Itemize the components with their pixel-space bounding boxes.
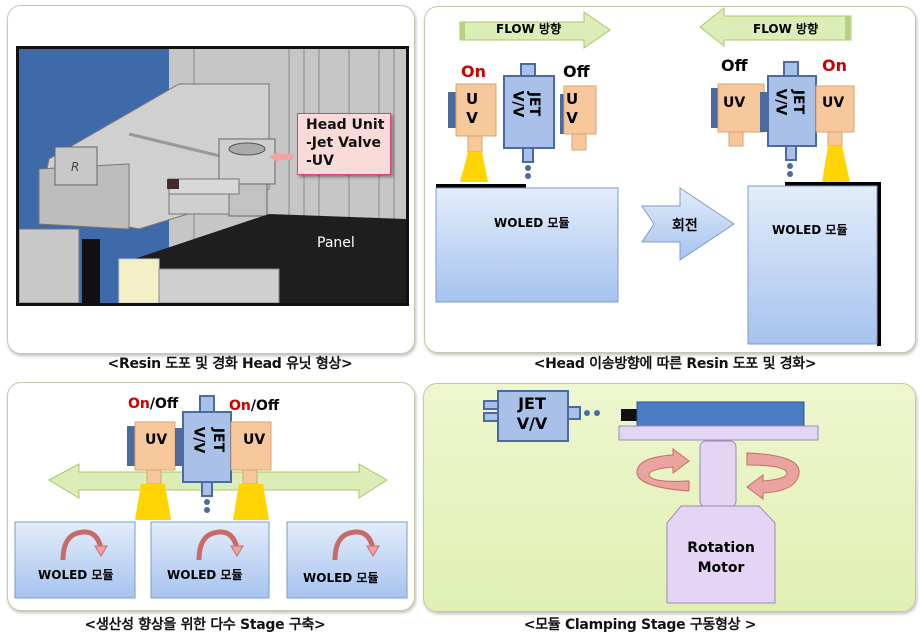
rotate-arrow-right <box>746 452 800 500</box>
logo-glyph: R <box>71 160 79 174</box>
uv-state-left-off: Off <box>563 62 590 81</box>
rotate-arrow-left <box>636 448 690 492</box>
callout-item-jet-valve: -Jet Valve <box>306 135 382 151</box>
uv-label-stage-2: UV <box>243 432 266 448</box>
pointer-arrow-shaft <box>277 154 293 160</box>
uv-label-stage-1: UV <box>145 432 168 448</box>
stage-module-label-1: WOLED 모듈 <box>38 568 114 582</box>
stage-plate <box>618 425 819 441</box>
uv-beam-2 <box>233 484 269 520</box>
head-unit-render: R Panel Head Unit -Jet Valve -UV <box>16 46 409 306</box>
module-right <box>747 185 878 345</box>
caption-head-unit: <Resin 도포 및 경화 Head 유닛 형상> <box>107 356 353 372</box>
uv-state-right-off: Off <box>721 56 748 75</box>
uv-state-left-on: On <box>461 62 486 81</box>
jet-label-stage: JET <box>210 427 227 453</box>
module-label-right: WOLED 모듈 <box>772 223 848 237</box>
stage-module-label-2: WOLED 모듈 <box>167 568 243 582</box>
callout-title: Head Unit <box>306 117 385 133</box>
uv-label-right-1: UV <box>723 95 746 111</box>
off-text-1: /Off <box>149 396 179 412</box>
jet-label-right: JET <box>790 89 807 115</box>
vv-label-left: V/V <box>509 90 526 118</box>
module-on-stage <box>636 401 805 429</box>
stage-module-label-3: WOLED 모듈 <box>303 571 379 585</box>
motor-label-line2: Motor <box>697 560 745 576</box>
caption-multi-stage: <생산성 향상을 위한 다수 Stage 구축> <box>84 617 326 633</box>
uv-beam-right <box>822 146 850 182</box>
jet-label-left: JET <box>526 91 543 117</box>
callout-item-uv: -UV <box>306 153 335 169</box>
head-unit-callout: Head Unit -Jet Valve -UV <box>297 113 391 175</box>
motor-label: Rotation Motor <box>667 538 775 578</box>
vv-label-right: V/V <box>772 88 789 116</box>
clamp-jet-text: JET <box>518 394 546 413</box>
motor-label-line1: Rotation <box>687 540 755 556</box>
caption-flow-direction: <Head 이송방향에 따른 Resin 도포 및 경화> <box>533 356 817 372</box>
stage-shaft <box>699 440 737 508</box>
caption-clamping: <모듈 Clamping Stage 구동형상 > <box>523 617 757 633</box>
clamp-vv-text: V/V <box>516 414 548 433</box>
module-left <box>435 187 619 303</box>
uv-label-right-2: UV <box>822 95 845 111</box>
off-text-2: /Off <box>250 398 280 414</box>
module-label-left: WOLED 모듈 <box>494 216 570 230</box>
uv-beam-left <box>460 152 488 182</box>
uv-label-left-1: UV <box>466 90 479 127</box>
rotate-label: 회전 <box>672 218 698 234</box>
uv-beam-1 <box>135 484 171 520</box>
uv-state-right-on: On <box>822 56 847 75</box>
uv-label-left-2: UV <box>566 90 579 127</box>
panel-label: Panel <box>317 235 355 251</box>
uv-state-2: On/Off <box>229 398 279 414</box>
uv-state-1: On/Off <box>128 396 178 412</box>
on-text-1: On <box>128 396 150 412</box>
head-unit-illustration: R <box>19 49 406 303</box>
flow-label-left: FLOW 방향 <box>753 22 819 36</box>
clamp-jet-label: JET V/V <box>503 394 561 434</box>
vv-label-stage: V/V <box>190 426 207 454</box>
flow-label-right: FLOW 방향 <box>496 22 562 36</box>
on-text-2: On <box>229 398 251 414</box>
